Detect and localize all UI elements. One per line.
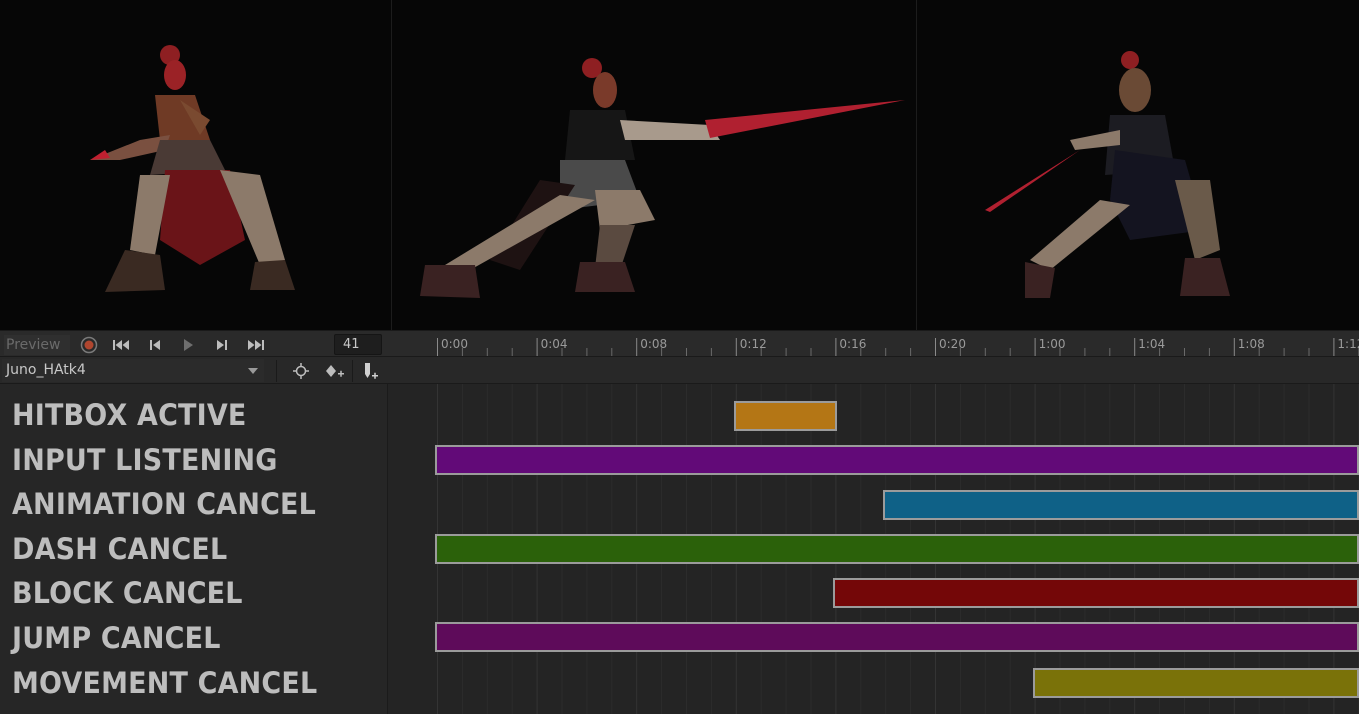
add-keyframe-button[interactable] xyxy=(320,360,348,382)
next-frame-button[interactable] xyxy=(209,334,235,356)
clip-name: Juno_HAtk4 xyxy=(6,362,86,378)
preview-toggle[interactable]: Preview xyxy=(4,335,70,355)
character-pose-3 xyxy=(985,51,1230,298)
record-button[interactable] xyxy=(76,334,102,356)
prev-frame-button[interactable] xyxy=(142,334,168,356)
last-frame-icon xyxy=(248,340,264,350)
viewport-divider xyxy=(391,0,392,330)
character-pose-1 xyxy=(90,45,295,292)
clip-toolbar: Juno_HAtk4 xyxy=(0,357,1359,384)
ruler-tick-label: 0:20 xyxy=(939,337,966,351)
last-frame-button[interactable] xyxy=(243,334,269,356)
next-frame-icon xyxy=(217,340,227,350)
add-event-button[interactable] xyxy=(356,360,384,382)
center-view-button[interactable] xyxy=(287,360,315,382)
animation-preview-viewport[interactable] xyxy=(0,0,1359,330)
toolbar-separator xyxy=(352,360,353,382)
play-icon xyxy=(184,339,193,351)
chevron-down-icon xyxy=(248,368,258,374)
event-bar-movement-cancel[interactable] xyxy=(1032,668,1359,698)
event-label-jump-cancel: JUMP CANCEL xyxy=(12,621,221,655)
add-event-icon xyxy=(365,363,378,379)
ruler-tick-label: 0:12 xyxy=(740,337,767,351)
event-label-input-listening: INPUT LISTENING xyxy=(12,443,278,477)
event-bar-jump-cancel[interactable] xyxy=(435,622,1359,652)
play-button[interactable] xyxy=(175,334,201,356)
ruler-tick-label: 0:08 xyxy=(640,337,667,351)
event-bar-animation-cancel[interactable] xyxy=(883,490,1359,520)
prev-frame-icon xyxy=(150,340,160,350)
event-bar-hitbox-active[interactable] xyxy=(733,401,838,431)
clip-dropdown[interactable]: Juno_HAtk4 xyxy=(2,359,264,382)
ruler-tick-label: 1:04 xyxy=(1138,337,1165,351)
ruler-ticks: 0:00 0:04 0:08 0:12 0:16 0:20 1:00 1:04 1:08 1:12 xyxy=(437,337,1359,356)
event-bar-input-listening[interactable] xyxy=(435,445,1359,475)
first-frame-button[interactable] xyxy=(108,334,134,356)
add-keyframe-icon xyxy=(326,365,344,377)
event-label-movement-cancel: MOVEMENT CANCEL xyxy=(12,666,318,700)
timeline-ruler[interactable]: 0:00 0:04 0:08 0:12 0:16 0:20 1:00 1:04 1:08 1:12 xyxy=(437,330,1359,357)
crosshair-icon xyxy=(293,363,309,379)
record-icon xyxy=(80,336,98,354)
character-pose-2 xyxy=(420,58,905,298)
first-frame-icon xyxy=(113,340,129,350)
event-bar-block-cancel[interactable] xyxy=(833,578,1359,608)
frame-number-field[interactable]: 41 xyxy=(334,334,382,355)
ruler-tick-label: 0:16 xyxy=(839,337,866,351)
event-label-dash-cancel: DASH CANCEL xyxy=(12,532,228,566)
viewport-divider xyxy=(916,0,917,330)
event-track-area[interactable] xyxy=(388,384,1359,714)
event-bar-dash-cancel[interactable] xyxy=(435,534,1359,564)
event-label-animation-cancel: ANIMATION CANCEL xyxy=(12,487,317,521)
event-label-list: HITBOX ACTIVE INPUT LISTENING ANIMATION … xyxy=(0,384,388,714)
event-label-block-cancel: BLOCK CANCEL xyxy=(12,576,243,610)
event-label-hitbox-active: HITBOX ACTIVE xyxy=(12,398,247,432)
ruler-tick-label: 1:08 xyxy=(1238,337,1265,351)
ruler-tick-label: 0:04 xyxy=(541,337,568,351)
ruler-tick-label: 0:00 xyxy=(441,337,468,351)
ruler-tick-label: 1:00 xyxy=(1039,337,1066,351)
toolbar-separator xyxy=(276,360,277,382)
ruler-tick-label: 1:12 xyxy=(1337,337,1359,351)
